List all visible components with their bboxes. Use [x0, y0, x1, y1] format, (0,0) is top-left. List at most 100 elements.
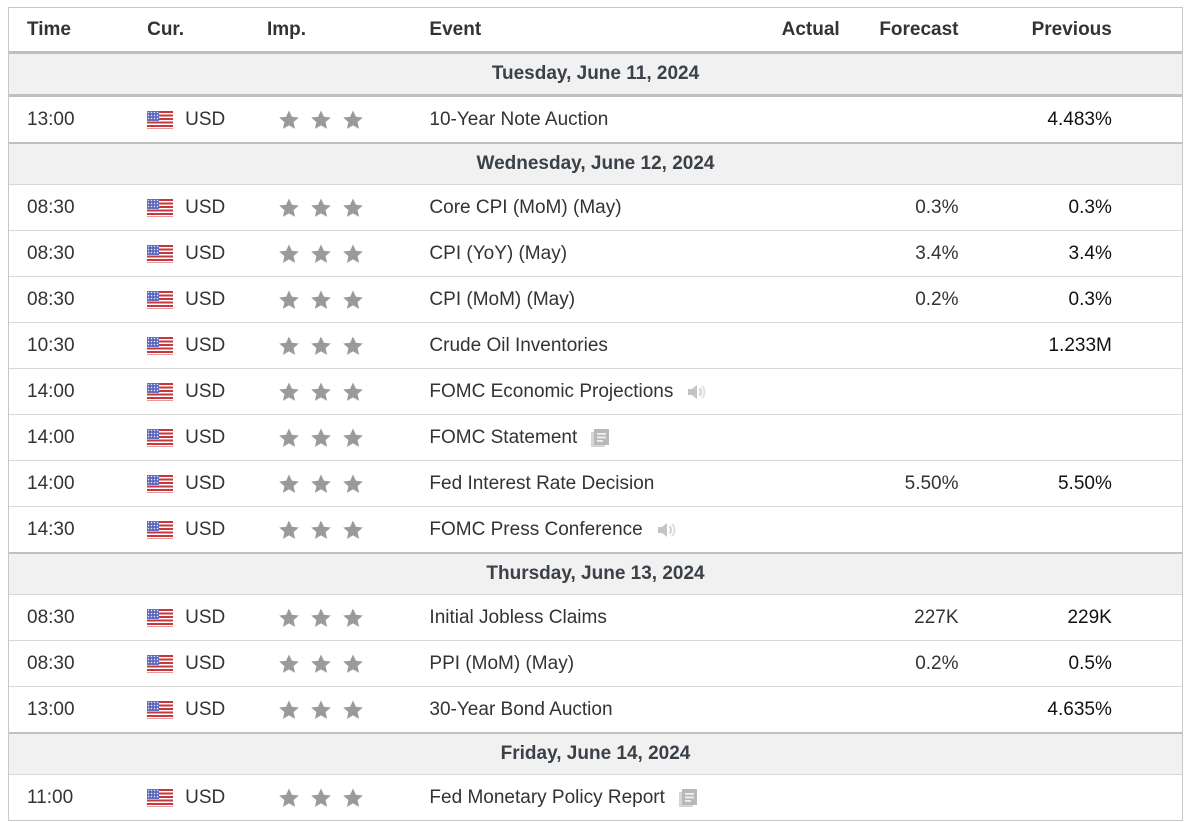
- event-importance: [266, 276, 430, 323]
- date-label: Friday, June 14, 2024: [9, 732, 1182, 775]
- column-header-spacer: [1111, 8, 1182, 54]
- star-icon: [343, 428, 363, 447]
- event-currency: USD: [185, 786, 226, 808]
- event-name[interactable]: Initial Jobless Claims: [429, 607, 606, 629]
- star-icon: [343, 788, 363, 807]
- event-previous: 3.4%: [958, 230, 1112, 277]
- event-row[interactable]: 08:30 USD CPI (MoM) (May) 0.2% 0.3%: [9, 276, 1182, 323]
- row-spacer: [1111, 230, 1182, 277]
- event-actual: [770, 414, 840, 461]
- event-name[interactable]: CPI (YoY) (May): [429, 243, 567, 265]
- event-row[interactable]: 11:00 USD Fed Monetary Policy Report: [9, 775, 1182, 821]
- event-name[interactable]: CPI (MoM) (May): [429, 289, 575, 311]
- event-name-cell: PPI (MoM) (May): [429, 640, 771, 687]
- event-actual: [770, 184, 840, 231]
- event-row[interactable]: 08:30 USD Core CPI (MoM) (May) 0.3% 0.3%: [9, 184, 1182, 231]
- event-previous: 0.3%: [958, 276, 1112, 323]
- event-name[interactable]: 10-Year Note Auction: [429, 109, 608, 131]
- event-importance: [266, 594, 430, 641]
- currency-wrap: USD: [147, 109, 267, 131]
- event-name[interactable]: Core CPI (MoM) (May): [429, 197, 621, 219]
- event-row[interactable]: 13:00 USD 30-Year Bond Auction 4.635%: [9, 686, 1182, 734]
- event-currency-cell: USD: [147, 322, 267, 369]
- event-importance: [266, 230, 430, 277]
- us-flag-icon: [147, 520, 174, 539]
- event-currency: USD: [185, 426, 226, 448]
- event-row[interactable]: 14:00 USD FOMC Economic Projections: [9, 368, 1182, 415]
- event-previous: 1.233M: [958, 322, 1112, 369]
- star-icon: [343, 110, 363, 129]
- event-row[interactable]: 08:30 USD PPI (MoM) (May) 0.2% 0.5%: [9, 640, 1182, 687]
- currency-wrap: USD: [147, 699, 267, 721]
- event-previous: 0.5%: [958, 640, 1112, 687]
- column-header-forecast[interactable]: Forecast: [839, 8, 959, 54]
- event-currency: USD: [185, 108, 226, 130]
- row-spacer: [1111, 322, 1182, 369]
- event-name-cell: Initial Jobless Claims: [429, 594, 771, 641]
- event-actual: [771, 775, 840, 821]
- speaker-icon[interactable]: [685, 381, 707, 403]
- event-name[interactable]: 30-Year Bond Auction: [429, 699, 612, 721]
- event-name-cell: 30-Year Bond Auction: [429, 686, 771, 734]
- event-name[interactable]: FOMC Press Conference: [429, 519, 642, 541]
- column-header-time[interactable]: Time: [9, 8, 148, 54]
- column-header-currency[interactable]: Cur.: [147, 8, 267, 54]
- event-currency-cell: USD: [147, 506, 267, 554]
- star-icon: [279, 110, 299, 129]
- event-actual: [770, 506, 840, 554]
- event-currency-cell: USD: [147, 460, 267, 507]
- document-icon[interactable]: [589, 427, 611, 449]
- date-row-0: Tuesday, June 11, 2024: [9, 52, 1182, 97]
- event-currency: USD: [185, 652, 226, 674]
- currency-wrap: USD: [147, 243, 267, 265]
- importance-stars: [277, 380, 429, 404]
- event-row[interactable]: 08:30 USD CPI (YoY) (May) 3.4% 3.4%: [9, 230, 1182, 277]
- event-row[interactable]: 14:00 USD Fed Interest Rate Decision 5.5…: [9, 460, 1182, 507]
- row-spacer: [1111, 368, 1182, 415]
- event-name[interactable]: Fed Interest Rate Decision: [429, 473, 654, 495]
- event-name-cell: Core CPI (MoM) (May): [429, 184, 771, 231]
- event-time: 13:00: [9, 95, 148, 144]
- event-name[interactable]: Crude Oil Inventories: [429, 335, 607, 357]
- event-row[interactable]: 08:30 USD Initial Jobless Claims 227K 22…: [9, 594, 1182, 641]
- column-header-actual[interactable]: Actual: [770, 8, 840, 54]
- event-name-cell: Fed Monetary Policy Report: [429, 775, 770, 821]
- event-name[interactable]: PPI (MoM) (May): [429, 653, 574, 675]
- date-label: Wednesday, June 12, 2024: [9, 142, 1182, 185]
- importance-stars: [277, 652, 429, 676]
- event-row[interactable]: 14:30 USD FOMC Press Conference: [9, 506, 1182, 554]
- event-currency-cell: USD: [147, 414, 267, 461]
- event-wrap: Crude Oil Inventories: [429, 335, 607, 357]
- us-flag-icon: [147, 608, 174, 627]
- column-header-previous[interactable]: Previous: [958, 8, 1112, 54]
- star-icon: [311, 382, 331, 401]
- row-spacer: [1111, 460, 1182, 507]
- column-header-event[interactable]: Event: [429, 8, 771, 54]
- star-icon: [343, 290, 363, 309]
- calendar-body: Tuesday, June 11, 2024 13:00 USD 10-Year…: [9, 52, 1182, 821]
- column-header-importance[interactable]: Imp.: [266, 8, 430, 54]
- event-row[interactable]: 13:00 USD 10-Year Note Auction 4.483%: [9, 95, 1182, 144]
- importance-stars: [277, 472, 429, 496]
- event-row[interactable]: 14:00 USD FOMC Statement: [9, 414, 1182, 461]
- event-name[interactable]: FOMC Statement: [429, 427, 577, 449]
- importance-stars: [277, 786, 429, 810]
- event-time: 10:30: [9, 322, 148, 369]
- row-spacer: [1111, 184, 1182, 231]
- event-row[interactable]: 10:30 USD Crude Oil Inventories 1.233M: [9, 322, 1182, 369]
- star-icon: [279, 654, 299, 673]
- event-wrap: PPI (MoM) (May): [429, 653, 574, 675]
- star-icon: [279, 244, 299, 263]
- importance-stars: [277, 426, 429, 450]
- event-wrap: Initial Jobless Claims: [429, 607, 606, 629]
- event-name-cell: FOMC Economic Projections: [429, 368, 771, 415]
- importance-stars: [277, 334, 429, 358]
- event-currency: USD: [185, 472, 226, 494]
- event-wrap: 10-Year Note Auction: [429, 109, 608, 131]
- event-name[interactable]: FOMC Economic Projections: [429, 381, 673, 403]
- document-icon[interactable]: [677, 787, 699, 809]
- speaker-icon[interactable]: [655, 519, 677, 541]
- event-name[interactable]: Fed Monetary Policy Report: [429, 787, 665, 809]
- star-icon: [311, 428, 331, 447]
- event-previous: [959, 775, 1112, 821]
